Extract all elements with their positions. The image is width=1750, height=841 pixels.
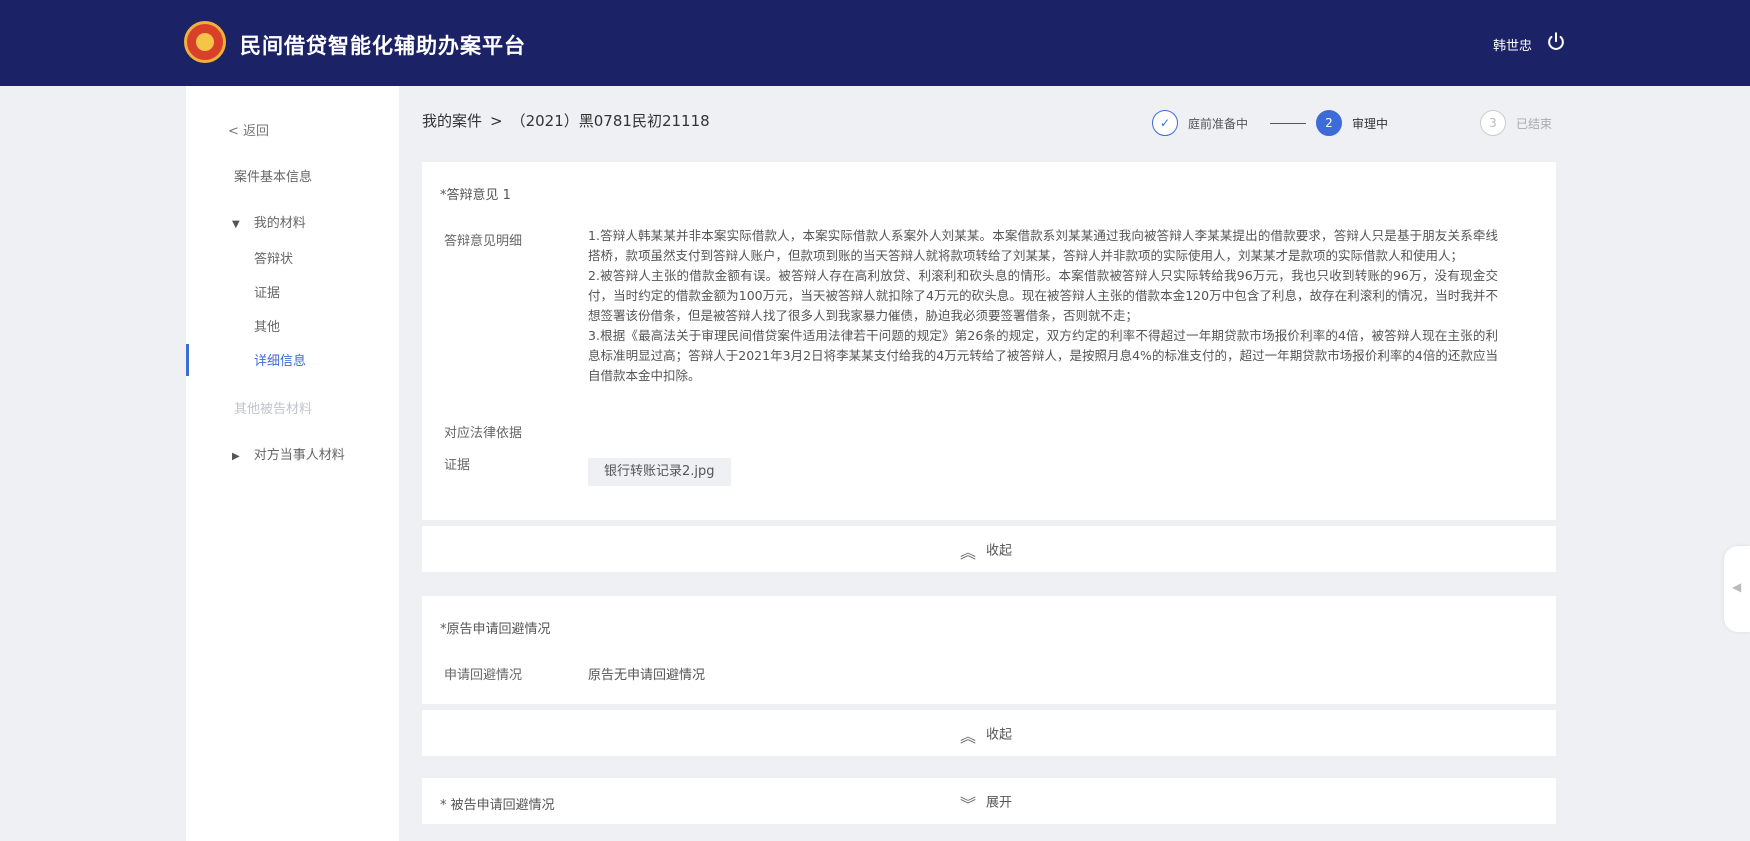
step-1-check-icon: ✓	[1152, 110, 1178, 136]
defense-paragraph: 2.被答辩人主张的借款金额有误。被答辩人存在高利放贷、利滚利和砍头息的情形。本案…	[588, 268, 1498, 323]
recusal-value: 原告无申请回避情况	[588, 668, 706, 683]
triangle-right-icon: ▶	[232, 451, 240, 462]
sidebar-item-defense[interactable]: 答辩状	[254, 248, 293, 267]
step-3-label: 已结束	[1516, 117, 1553, 131]
evidence-file-tag[interactable]: 银行转账记录2.jpg	[588, 458, 731, 486]
power-icon[interactable]	[1545, 31, 1567, 53]
sidebar-item-details[interactable]: 详细信息	[254, 350, 306, 369]
sidebar-item-label: 我的材料	[253, 216, 306, 231]
collapse-bar[interactable]: ︽ 收起	[422, 526, 1556, 572]
chevron-left-icon: ◀	[1732, 580, 1742, 594]
chevron-up-icon: ︽	[960, 727, 977, 746]
sidebar-item-opponent[interactable]: ▶ 对方当事人材料	[232, 444, 345, 463]
app-title: 民间借贷智能化辅助办案平台	[240, 34, 526, 58]
court-emblem-icon	[184, 21, 226, 63]
evidence-label: 证据	[444, 458, 471, 473]
breadcrumb: 我的案件 > （2021）黑0781民初21118	[422, 110, 710, 131]
plaintiff-recusal-title: *原告申请回避情况	[440, 622, 551, 637]
side-panel-toggle[interactable]: ◀	[1724, 546, 1750, 632]
collapse-label: 收起	[986, 727, 1013, 743]
active-indicator	[186, 344, 189, 376]
breadcrumb-separator: >	[490, 112, 503, 130]
collapse-button[interactable]: ︽ 收起	[960, 539, 1012, 563]
sidebar: < 返回 案件基本信息 ▼ 我的材料 答辩状 证据 其他 详细信息 其他被告材料 …	[186, 86, 399, 841]
sidebar-item-basic-info[interactable]: 案件基本信息	[234, 166, 312, 185]
collapse-bar[interactable]: ︽ 收起	[422, 710, 1556, 756]
step-2-number: 2	[1316, 110, 1342, 136]
defense-paragraph: 1.答辩人韩某某并非本案实际借款人，本案实际借款人系案外人刘某某。本案借款系刘某…	[588, 228, 1498, 263]
step-1-label: 庭前准备中	[1188, 117, 1249, 131]
sidebar-item-label: 对方当事人材料	[253, 448, 345, 463]
sidebar-item-evidence[interactable]: 证据	[254, 282, 280, 301]
defendant-recusal-title: * 被告申请回避情况	[440, 798, 555, 813]
back-link[interactable]: < 返回	[228, 120, 269, 139]
defendant-recusal-card[interactable]: * 被告申请回避情况 ︾ 展开	[422, 778, 1556, 824]
expand-label: 展开	[986, 795, 1013, 811]
step-2-label: 审理中	[1352, 117, 1389, 131]
defense-detail-label: 答辩意见明细	[444, 234, 523, 249]
user-name[interactable]: 韩世忠	[1493, 35, 1532, 54]
sidebar-item-my-materials[interactable]: ▼ 我的材料	[232, 212, 306, 231]
defense-detail-text: 1.答辩人韩某某并非本案实际借款人，本案实际借款人系案外人刘某某。本案借款系刘某…	[588, 226, 1498, 386]
collapse-button[interactable]: ︽ 收起	[960, 723, 1012, 747]
sidebar-item-other[interactable]: 其他	[254, 316, 280, 335]
defense-paragraph: 3.根据《最高法关于审理民间借贷案件适用法律若干问题的规定》第26条的规定，双方…	[588, 328, 1498, 383]
plaintiff-recusal-card: *原告申请回避情况 申请回避情况 原告无申请回避情况	[422, 596, 1556, 704]
recusal-label: 申请回避情况	[444, 668, 523, 683]
chevron-up-icon: ︽	[960, 543, 977, 562]
breadcrumb-root[interactable]: 我的案件	[422, 112, 482, 130]
defense-title: *答辩意见 1	[440, 188, 511, 203]
case-number: （2021）黑0781民初21118	[510, 112, 710, 130]
step-3-number: 3	[1480, 110, 1506, 136]
law-basis-label: 对应法律依据	[444, 426, 523, 441]
chevron-down-icon: ︾	[960, 795, 977, 814]
step-connector	[1270, 123, 1306, 124]
defense-card: *答辩意见 1 答辩意见明细 1.答辩人韩某某并非本案实际借款人，本案实际借款人…	[422, 162, 1556, 520]
collapse-label: 收起	[986, 543, 1013, 559]
expand-button[interactable]: ︾ 展开	[960, 791, 1012, 815]
top-bar: 民间借贷智能化辅助办案平台 韩世忠	[0, 0, 1750, 86]
triangle-down-icon: ▼	[232, 219, 240, 230]
sidebar-item-other-defendant: 其他被告材料	[234, 402, 313, 417]
